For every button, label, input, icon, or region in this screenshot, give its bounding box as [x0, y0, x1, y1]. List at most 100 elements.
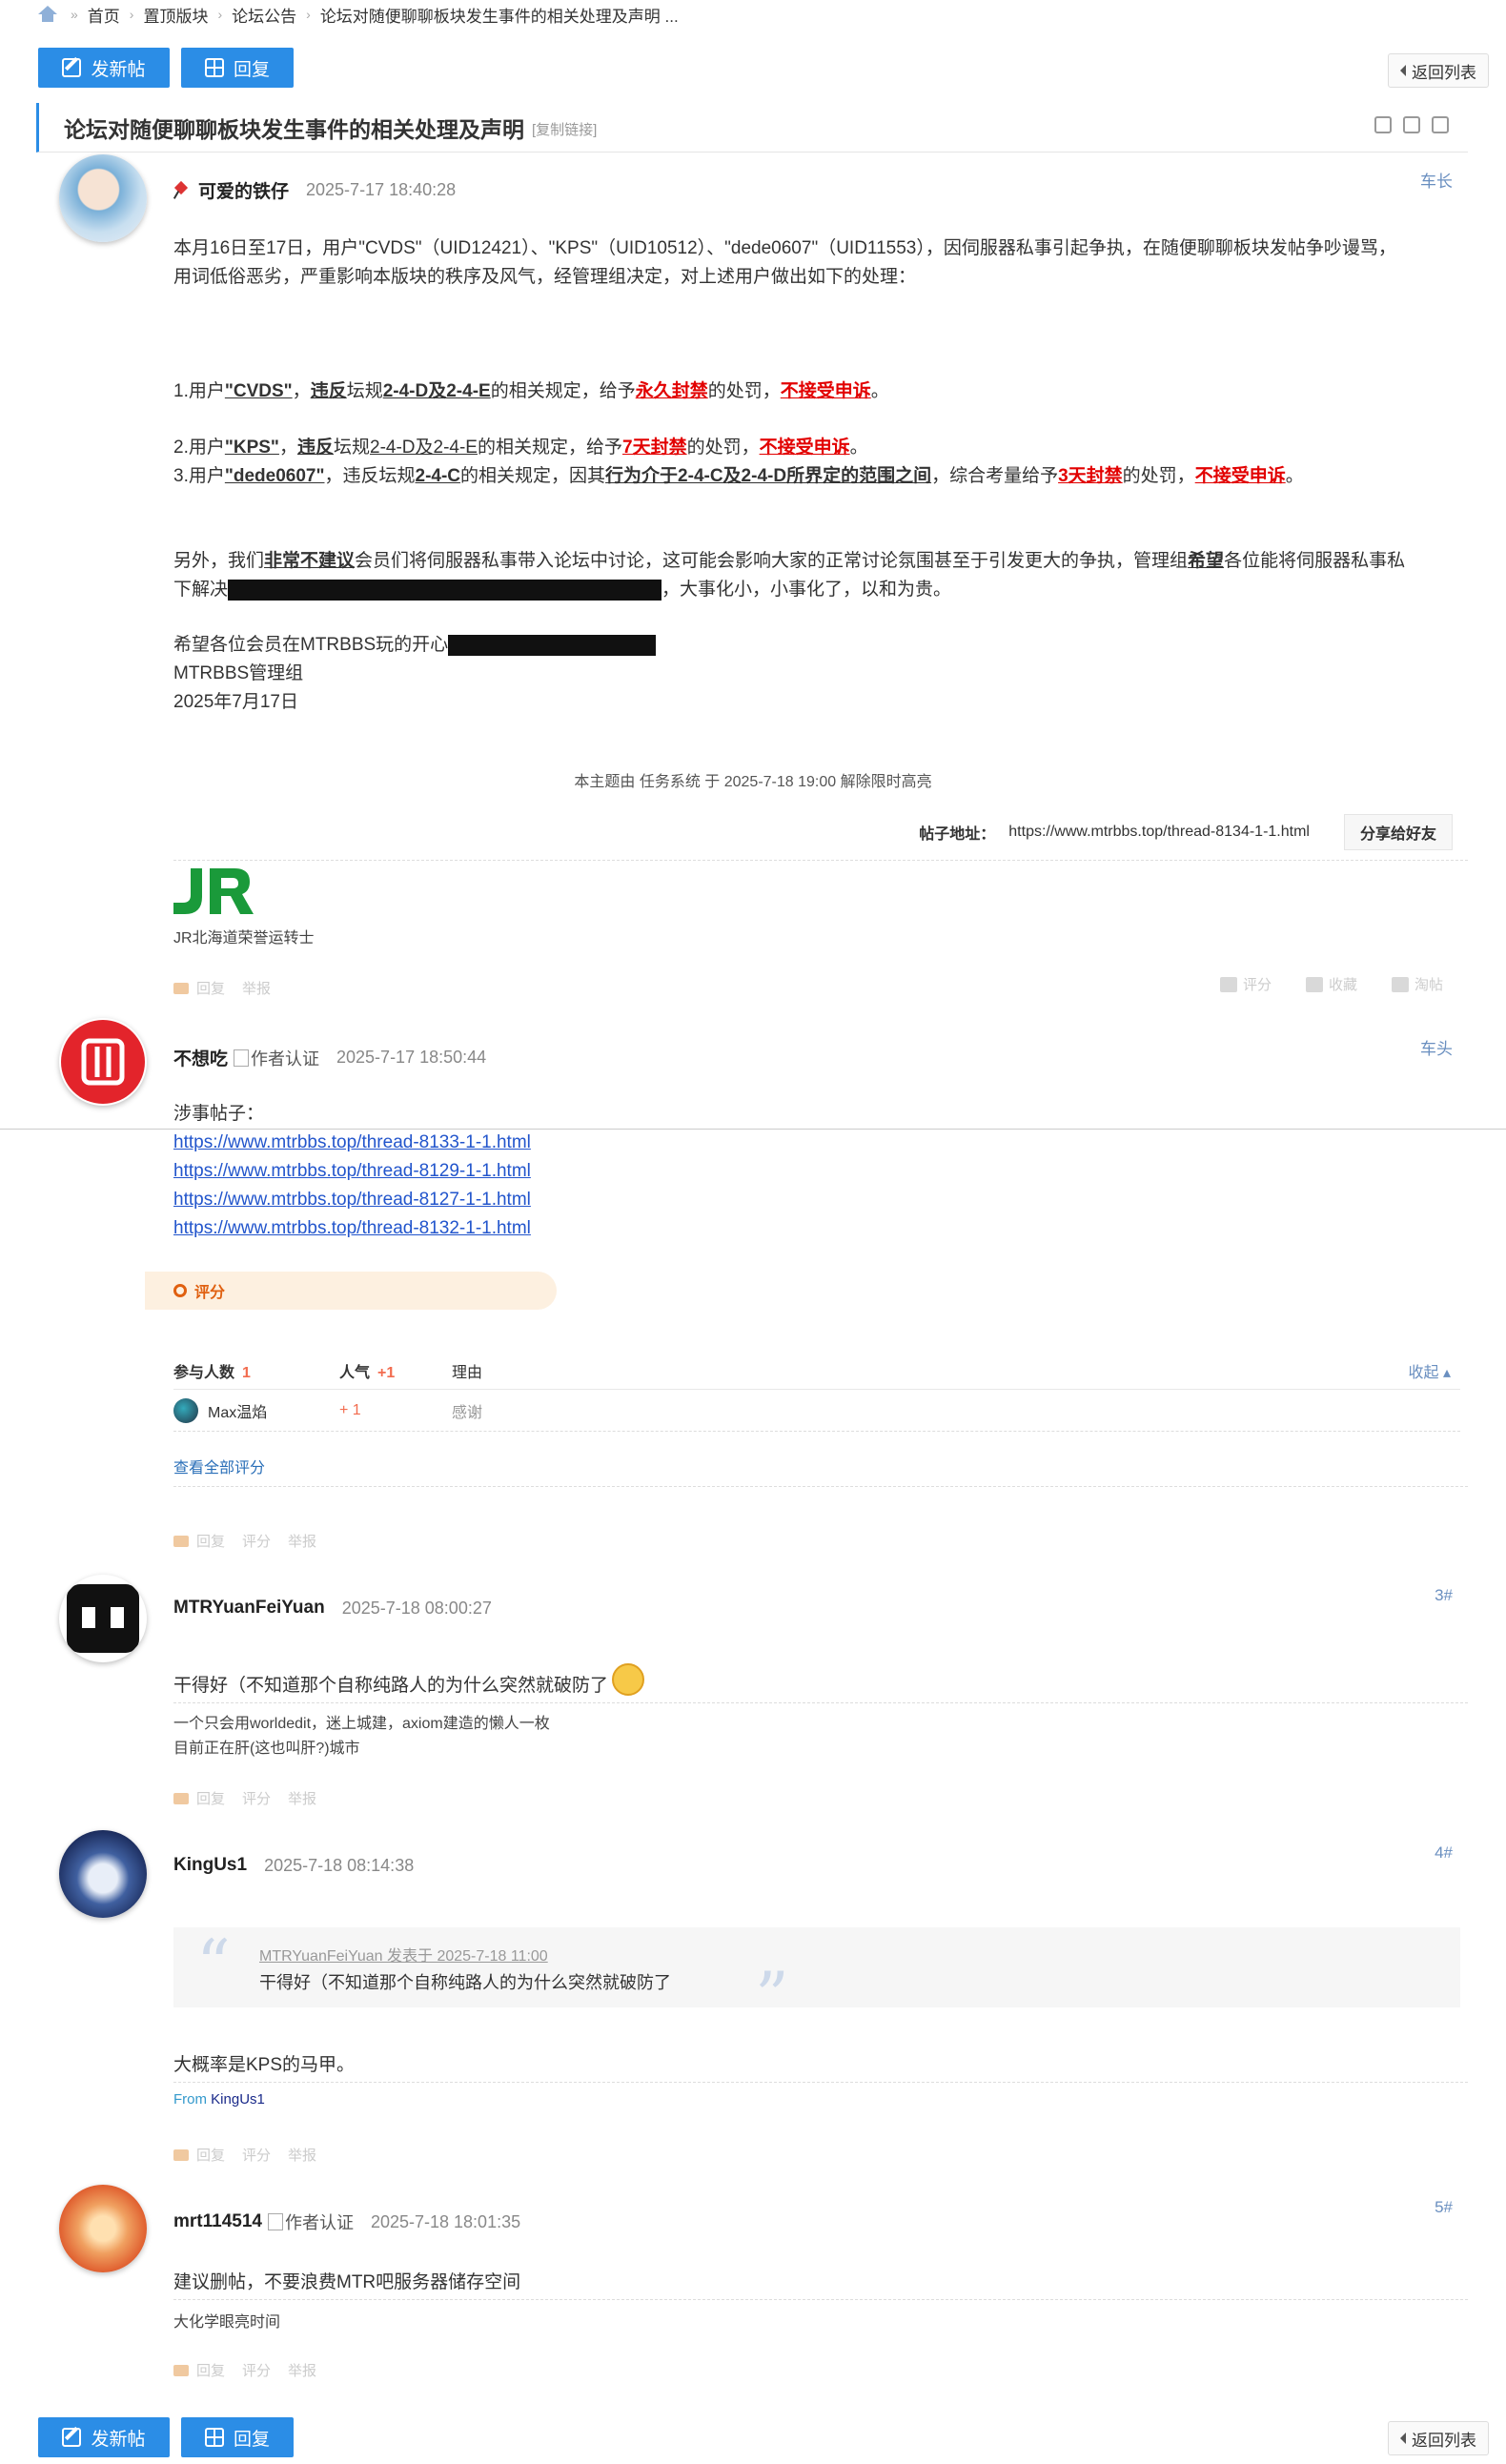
intro-line-2: 用词低俗恶劣，严重影响本版块的秩序及风气，经管理组决定，对上述用户做出如下的处理…: [173, 267, 917, 287]
thread-address-label: 帖子地址：: [919, 826, 996, 843]
prev-thread-icon[interactable]: [1403, 116, 1420, 133]
author-name[interactable]: mrt114514: [173, 2211, 262, 2232]
rater[interactable]: Max温焰: [173, 1397, 339, 1423]
post-actions: 回复 举报: [173, 978, 288, 998]
report-link[interactable]: 举报: [288, 1531, 316, 1551]
back-to-list-button-bottom[interactable]: 返回列表: [1388, 2421, 1489, 2455]
share-button[interactable]: 分享给好友: [1343, 814, 1453, 850]
next-thread-icon[interactable]: [1432, 116, 1449, 133]
floor-label[interactable]: 5#: [1435, 2198, 1453, 2217]
rate-label: 评分: [1242, 977, 1272, 993]
avatar-graphic: [61, 1020, 145, 1104]
report-link[interactable]: 举报: [288, 2145, 316, 2165]
avatar[interactable]: [59, 154, 147, 242]
new-post-button-bottom[interactable]: 发新帖: [38, 2417, 170, 2457]
post-body: 涉事帖子： https://www.mtrbbs.top/thread-8133…: [173, 1100, 531, 1243]
folder-icon: [1391, 976, 1409, 992]
breadcrumb-announcements[interactable]: 论坛公告: [232, 3, 296, 27]
signature-line: 目前正在肝(这也叫肝?)城市: [173, 1741, 360, 1757]
author-name[interactable]: 可爱的铁仔: [198, 177, 289, 203]
text: 违反: [310, 381, 347, 401]
collect-action[interactable]: 淘帖: [1391, 974, 1443, 994]
favorite-label: 收藏: [1328, 977, 1357, 993]
thread-link[interactable]: https://www.mtrbbs.top/thread-8132-1-1.h…: [173, 1218, 531, 1238]
signature-line: 一个只会用worldedit，迷上城建，axiom建造的懒人一枚: [173, 1716, 550, 1732]
thread-link[interactable]: https://www.mtrbbs.top/thread-8133-1-1.h…: [173, 1132, 531, 1152]
breadcrumb: » 首页 › 置顶版块 › 论坛公告 › 论坛对随便聊聊板块发生事件的相关处理及…: [38, 2, 679, 27]
reply-link[interactable]: 回复: [196, 978, 225, 998]
breadcrumb-home[interactable]: 首页: [88, 3, 120, 27]
report-link[interactable]: 举报: [242, 978, 271, 998]
divider: [173, 860, 1468, 861]
avatar-graphic: [67, 1584, 139, 1653]
caret-left-icon: [1400, 2433, 1406, 2444]
rate-action[interactable]: 评分: [1219, 974, 1272, 994]
penalty-item-1: 1.用户"CVDS"，违反坛规2-4-D及2-4-E的相关规定，给予永久封禁的处…: [173, 377, 889, 406]
text: 。: [849, 438, 868, 458]
view-all-ratings[interactable]: 查看全部评分: [173, 1455, 265, 1477]
text: 的相关规定，因其: [460, 466, 606, 486]
user-name: "KPS": [224, 438, 279, 458]
thread-link[interactable]: https://www.mtrbbs.top/thread-8127-1-1.h…: [173, 1190, 531, 1210]
author-name[interactable]: MTRYuanFeiYuan: [173, 1598, 325, 1619]
breadcrumb-current[interactable]: 论坛对随便聊聊板块发生事件的相关处理及声明 ...: [320, 3, 679, 27]
floor-label[interactable]: 车长: [1420, 168, 1453, 192]
caret-left-icon: [1400, 65, 1406, 76]
avatar[interactable]: [59, 1575, 147, 1662]
reply-button[interactable]: 回复: [181, 48, 294, 88]
rate-value: + 1: [339, 1401, 361, 1418]
reply-link[interactable]: 回复: [196, 1788, 225, 1808]
author-name[interactable]: 不想吃: [173, 1045, 228, 1070]
reason-header: 理由: [452, 1364, 483, 1381]
post-actions: 回复 评分 举报: [173, 1531, 334, 1551]
new-post-button[interactable]: 发新帖: [38, 48, 170, 88]
advice-paragraph: 另外，我们非常不建议会员们将伺服器私事带入论坛中讨论，这可能会影响大家的正常讨论…: [173, 547, 1470, 604]
signature-team: MTRBBS管理组: [173, 663, 304, 683]
emoji-icon: [612, 1663, 645, 1696]
copy-link[interactable]: [复制链接]: [532, 119, 597, 139]
report-link[interactable]: 举报: [288, 2360, 316, 2380]
text: 1.用户: [173, 381, 225, 401]
post-text: 大概率是KPS的马甲。: [173, 2055, 356, 2075]
rate-link[interactable]: 评分: [242, 1788, 271, 1808]
breadcrumb-pinned[interactable]: 置顶版块: [143, 3, 208, 27]
text: 的处罚，: [707, 381, 781, 401]
floor-label[interactable]: 3#: [1435, 1586, 1453, 1605]
thread-address-url[interactable]: https://www.mtrbbs.top/thread-8134-1-1.h…: [1008, 824, 1310, 841]
reply-button-bottom[interactable]: 回复: [181, 2417, 294, 2457]
quote-open-icon: “: [196, 1925, 231, 2004]
quote-source[interactable]: MTRYuanFeiYuan 发表于 2025-7-18 11:00: [259, 1943, 548, 1965]
rate-link[interactable]: 评分: [242, 1531, 271, 1551]
reply-icon: [173, 2148, 189, 2161]
post-text: 建议删帖，不要浪费MTR吧服务器储存空间: [173, 2272, 521, 2292]
participants-header: 参与人数 1: [173, 1359, 339, 1382]
thread-title-bar: 论坛对随便聊聊板块发生事件的相关处理及声明 [复制链接]: [36, 103, 1468, 153]
text: 下解决: [173, 580, 229, 600]
post-actions-right: 评分 收藏 淘帖: [1219, 974, 1443, 994]
thread-link[interactable]: https://www.mtrbbs.top/thread-8129-1-1.h…: [173, 1161, 531, 1181]
reply-link[interactable]: 回复: [196, 1531, 225, 1551]
report-link[interactable]: 举报: [288, 1788, 316, 1808]
reply-link[interactable]: 回复: [196, 2360, 225, 2380]
post-header: MTRYuanFeiYuan 2025-7-18 08:00:27: [173, 1598, 492, 1619]
back-to-list-button[interactable]: 返回列表: [1388, 53, 1489, 88]
avatar[interactable]: [59, 2185, 147, 2272]
reply-link[interactable]: 回复: [196, 2145, 225, 2165]
from-name[interactable]: KingUs1: [211, 2091, 265, 2108]
favorite-action[interactable]: 收藏: [1305, 974, 1357, 994]
signature: 一个只会用worldedit，迷上城建，axiom建造的懒人一枚 目前正在肝(这…: [173, 1712, 550, 1761]
floor-label[interactable]: 车头: [1420, 1035, 1453, 1059]
print-icon[interactable]: [1374, 116, 1392, 133]
floor-label[interactable]: 4#: [1435, 1843, 1453, 1863]
home-icon[interactable]: [38, 6, 57, 23]
text: 会员们将伺服器私事带入论坛中讨论，这可能会影响大家的正常讨论氛围甚至于引发更大的…: [355, 551, 1189, 571]
breadcrumb-separator: ›: [217, 7, 223, 22]
text: 的处罚，: [686, 438, 760, 458]
avatar[interactable]: [59, 1018, 147, 1106]
ban-duration: 7天封禁: [622, 438, 687, 458]
avatar[interactable]: [59, 1830, 147, 1918]
rate-link[interactable]: 评分: [242, 2145, 271, 2165]
rate-link[interactable]: 评分: [242, 2360, 271, 2380]
author-name[interactable]: KingUs1: [173, 1855, 247, 1876]
collapse-toggle[interactable]: 收起 ▴: [1409, 1359, 1452, 1382]
